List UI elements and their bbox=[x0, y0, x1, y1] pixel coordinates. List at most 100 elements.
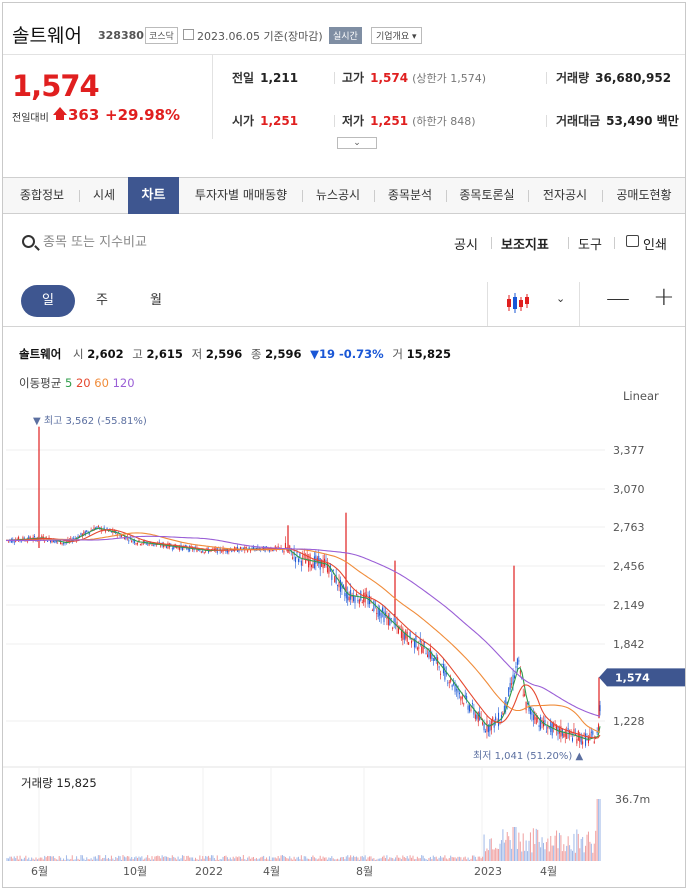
candle-body bbox=[248, 547, 250, 549]
candle-body bbox=[141, 543, 143, 545]
volume-bar bbox=[118, 855, 120, 861]
volume-bar bbox=[87, 859, 89, 861]
volume-bar bbox=[580, 838, 582, 861]
volume-bar bbox=[525, 840, 527, 861]
volume-bar bbox=[393, 859, 395, 861]
volume-bar bbox=[122, 855, 124, 861]
candle-body bbox=[515, 666, 517, 668]
volume-bar bbox=[297, 856, 299, 861]
candle-body bbox=[312, 563, 314, 569]
volume-bar bbox=[164, 856, 166, 861]
volume-bar bbox=[274, 857, 276, 861]
volume-bar bbox=[48, 856, 50, 861]
volume-bar bbox=[535, 828, 537, 861]
candle-body bbox=[421, 646, 423, 653]
volume-bar bbox=[363, 857, 365, 861]
candle-body bbox=[582, 741, 584, 745]
volume-bar bbox=[505, 839, 507, 861]
volume-bar bbox=[495, 847, 497, 861]
volume-bar bbox=[442, 857, 444, 861]
volume-bar bbox=[280, 855, 282, 861]
candle-body bbox=[461, 696, 463, 699]
volume-bar bbox=[22, 859, 24, 861]
volume-bar bbox=[492, 849, 494, 861]
volume-bar bbox=[476, 859, 478, 861]
candle-body bbox=[61, 543, 63, 545]
volume-bar bbox=[81, 855, 83, 861]
volume-bar bbox=[186, 855, 188, 861]
volume-bar bbox=[231, 859, 233, 861]
candle-body bbox=[319, 558, 321, 570]
candle-body bbox=[429, 648, 431, 659]
volume-bar bbox=[308, 858, 310, 861]
volume-bar bbox=[438, 857, 440, 861]
volume-bar bbox=[300, 855, 302, 861]
volume-bar bbox=[316, 859, 318, 861]
volume-bar bbox=[395, 857, 397, 861]
volume-bar bbox=[210, 855, 212, 861]
volume-bar bbox=[242, 855, 244, 861]
candle-body bbox=[135, 543, 137, 545]
volume-bar bbox=[585, 845, 587, 861]
volume-bar bbox=[566, 845, 568, 861]
candle-body bbox=[355, 593, 357, 596]
volume-bar bbox=[202, 855, 204, 861]
volume-bar bbox=[387, 859, 389, 861]
volume-bar bbox=[170, 858, 172, 861]
candle-body bbox=[572, 737, 573, 742]
volume-bar bbox=[370, 856, 372, 861]
volume-bar bbox=[432, 855, 434, 861]
candle-body bbox=[448, 681, 450, 683]
volume-bar bbox=[237, 857, 239, 861]
volume-bar bbox=[109, 859, 111, 861]
candle-body bbox=[467, 705, 469, 710]
candle-body bbox=[13, 541, 15, 543]
volume-bar bbox=[36, 859, 38, 861]
candle-body bbox=[422, 643, 424, 653]
volume-bar bbox=[70, 858, 72, 861]
volume-bar bbox=[322, 856, 324, 861]
volume-bar bbox=[358, 859, 360, 861]
volume-bar bbox=[229, 857, 231, 861]
candle-body bbox=[408, 642, 410, 645]
candle-body bbox=[171, 548, 173, 550]
volume-bar bbox=[141, 856, 143, 861]
volume-bar bbox=[102, 857, 104, 861]
candle-body bbox=[200, 551, 202, 553]
price-chart[interactable]: 3,377 3,070 2,763 2,456 2,149 1,842 1,228 6월 10월… bbox=[3, 3, 686, 888]
volume-bar bbox=[238, 856, 240, 861]
volume-bar bbox=[142, 859, 144, 861]
volume-bar bbox=[493, 849, 495, 861]
volume-bar bbox=[572, 850, 573, 861]
candle-body bbox=[357, 600, 359, 602]
volume-bar bbox=[303, 856, 305, 861]
volume-bar bbox=[232, 856, 234, 861]
volume-bar bbox=[134, 857, 136, 861]
candle-body bbox=[145, 543, 147, 545]
volume-bar bbox=[12, 858, 14, 861]
volume-bar bbox=[251, 857, 253, 861]
volume-bar bbox=[152, 859, 154, 861]
candle-body bbox=[545, 731, 547, 733]
volume-bar bbox=[448, 857, 450, 861]
y-tick-label: 3,070 bbox=[613, 483, 645, 496]
volume-bar bbox=[166, 856, 167, 861]
volume-bar bbox=[97, 855, 99, 861]
volume-bar bbox=[26, 859, 28, 861]
volume-bar bbox=[92, 859, 94, 861]
volume-bar bbox=[514, 827, 515, 861]
volume-bar bbox=[105, 855, 107, 861]
volume-bar bbox=[558, 832, 560, 861]
candle-body bbox=[97, 525, 99, 527]
volume-bar bbox=[487, 850, 489, 861]
candle-body bbox=[344, 592, 346, 597]
volume-bar bbox=[556, 830, 558, 861]
volume-bar bbox=[116, 858, 118, 861]
volume-bar bbox=[209, 857, 211, 861]
volume-bar bbox=[63, 858, 65, 861]
volume-bar bbox=[344, 859, 346, 861]
candle-body bbox=[331, 574, 333, 580]
volume-bar bbox=[515, 827, 517, 861]
volume-bar bbox=[347, 855, 349, 861]
volume-bar bbox=[544, 849, 546, 861]
